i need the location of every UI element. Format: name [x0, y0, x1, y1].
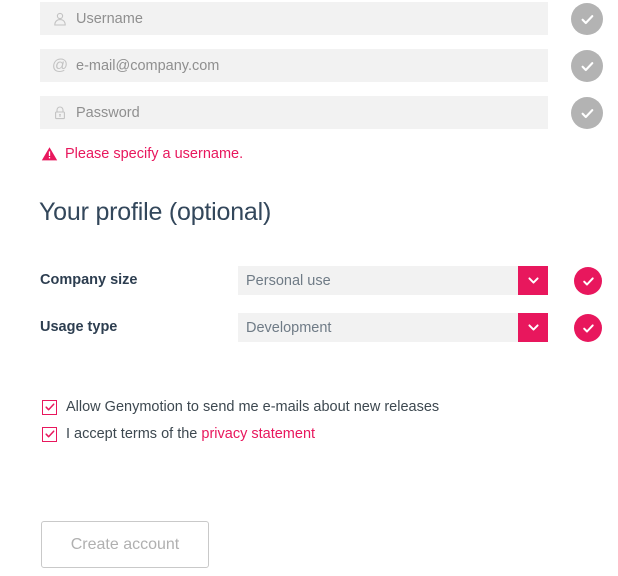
validation-error-text: Please specify a username. [65, 146, 244, 162]
company-size-value: Personal use [246, 272, 331, 289]
email-field-row: @ e-mail@company.com [0, 49, 618, 83]
page-title: Your profile (optional) [39, 198, 272, 226]
username-placeholder: Username [76, 10, 143, 27]
chevron-down-icon[interactable] [518, 313, 548, 342]
create-account-button[interactable]: Create account [41, 521, 209, 568]
terms-consent-row[interactable]: I accept terms of the privacy statement [0, 423, 618, 445]
username-input[interactable]: Username [40, 2, 548, 35]
username-field-row: Username [0, 2, 618, 36]
terms-consent-label: I accept terms of the privacy statement [66, 426, 315, 442]
company-size-label: Company size [40, 272, 138, 288]
company-size-status-icon [574, 267, 602, 295]
company-size-row: Company size Personal use [0, 266, 618, 296]
terms-consent-text: I accept terms of the [66, 426, 202, 442]
company-size-select[interactable]: Personal use [238, 266, 548, 295]
usage-type-value: Development [246, 319, 332, 336]
usage-type-label: Usage type [40, 319, 118, 335]
password-field-row: Password [0, 96, 618, 130]
password-status-icon [571, 97, 603, 129]
lock-icon [50, 103, 70, 123]
signup-form-page: Username @ e-mail@company.com Password P… [0, 0, 618, 576]
email-input[interactable]: @ e-mail@company.com [40, 49, 548, 82]
newsletter-consent-row[interactable]: Allow Genymotion to send me e-mails abou… [0, 396, 618, 418]
username-status-icon [571, 3, 603, 35]
chevron-down-icon[interactable] [518, 266, 548, 295]
terms-checkbox[interactable] [42, 426, 57, 442]
email-placeholder: e-mail@company.com [76, 57, 220, 74]
newsletter-consent-label: Allow Genymotion to send me e-mails abou… [66, 399, 440, 415]
email-status-icon [571, 50, 603, 82]
at-icon: @ [51, 56, 69, 74]
privacy-statement-link[interactable]: privacy statement [201, 426, 315, 442]
usage-type-select[interactable]: Development [238, 313, 548, 342]
password-input[interactable]: Password [40, 96, 548, 129]
usage-type-status-icon [574, 314, 602, 342]
warning-triangle-icon [40, 145, 58, 163]
user-icon [50, 9, 70, 29]
newsletter-checkbox[interactable] [42, 399, 57, 415]
validation-error: Please specify a username. [40, 143, 243, 165]
password-placeholder: Password [76, 104, 140, 121]
usage-type-row: Usage type Development [0, 313, 618, 343]
